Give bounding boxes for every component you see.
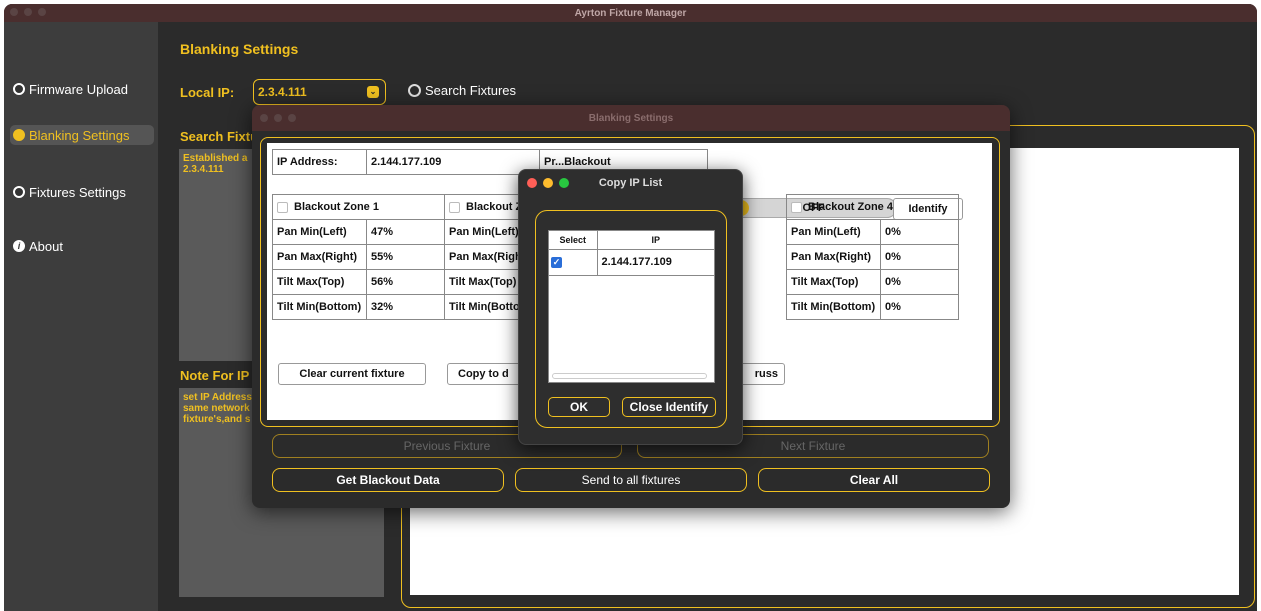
copy-ip-list-dialog: Copy IP List Select IP ✓ 2.144.177.109 O… <box>518 169 743 445</box>
dialog-titlebar: Blanking Settings <box>252 105 1010 131</box>
ip-list-table: Select IP ✓ 2.144.177.109 <box>548 230 715 383</box>
ip-address-label: IP Address: <box>272 149 367 175</box>
close-icon[interactable] <box>10 8 18 16</box>
window-controls <box>10 8 46 16</box>
zone-1-header[interactable]: Blackout Zone 1 <box>272 194 445 220</box>
copy-ip-frame: Select IP ✓ 2.144.177.109 OK Close Ident… <box>535 210 727 428</box>
local-ip-select[interactable]: 2.3.4.111 ⌄ <box>253 79 386 105</box>
get-blackout-data-button[interactable]: Get Blackout Data <box>272 468 504 492</box>
tilt-min-label: Tilt Min(Bottom) <box>786 294 881 320</box>
pan-max-label: Pan Max(Right) <box>786 244 881 270</box>
checkbox-icon[interactable] <box>277 201 288 213</box>
col-select-header: Select <box>549 231 598 250</box>
ip-cell: 2.144.177.109 <box>597 249 714 276</box>
zone-1-pan-max[interactable]: 55% <box>366 244 445 270</box>
clear-all-button[interactable]: Clear All <box>758 468 990 492</box>
tilt-min-label: Tilt Min(Bottom) <box>272 294 367 320</box>
sidebar-item-label: Fixtures Settings <box>29 184 126 200</box>
sidebar-item-blanking-settings[interactable]: Blanking Settings <box>10 125 154 145</box>
blanking-icon <box>13 129 25 141</box>
checkbox-icon[interactable] <box>449 201 460 213</box>
zone-4-header[interactable]: Blackout Zone 4 <box>786 194 959 220</box>
send-to-all-fixtures-button[interactable]: Send to all fixtures <box>515 468 747 492</box>
zone-1-table: Blackout Zone 1 Pan Min(Left) 47% Pan Max… <box>272 194 445 320</box>
dialog-title: Blanking Settings <box>588 112 674 124</box>
zone-1-label: Blackout Zone 1 <box>294 201 379 213</box>
tilt-max-label: Tilt Max(Top) <box>443 269 528 295</box>
sidebar: Firmware Upload Blanking Settings Fixtur… <box>4 22 158 611</box>
zone-1-tilt-min[interactable]: 32% <box>366 294 445 320</box>
pan-max-label: Pan Max(Righ <box>443 244 528 270</box>
checkbox-icon[interactable] <box>791 201 802 213</box>
zone-4-tilt-max[interactable]: 0% <box>880 269 959 295</box>
window-titlebar: Ayrton Fixture Manager <box>4 4 1257 22</box>
zone-2-label: Blackout Z <box>466 201 523 213</box>
zone-4-pan-max[interactable]: 0% <box>880 244 959 270</box>
zoom-icon[interactable] <box>38 8 46 16</box>
pan-min-label: Pan Min(Left) <box>272 219 367 245</box>
window-title: Ayrton Fixture Manager <box>574 7 687 19</box>
radio-icon <box>13 83 25 95</box>
search-fixtures-label: Search Fixtures <box>425 83 517 98</box>
note-section-label: Note For IP S <box>180 368 262 383</box>
minimize-icon[interactable] <box>24 8 32 16</box>
info-icon: i <box>13 240 25 252</box>
search-icon <box>408 84 421 97</box>
sidebar-item-label: Firmware Upload <box>29 81 128 97</box>
zoom-icon[interactable] <box>559 178 569 188</box>
zone-4-label: Blackout Zone 4 <box>808 201 893 213</box>
zoom-icon[interactable] <box>288 114 296 122</box>
gear-icon <box>13 186 25 198</box>
zone-2-header[interactable]: Blackout Z <box>443 194 528 220</box>
sidebar-item-label: About <box>29 238 63 254</box>
zone-1-tilt-max[interactable]: 56% <box>366 269 445 295</box>
copy-to-truss-button[interactable]: russ <box>737 363 785 385</box>
close-icon[interactable] <box>527 178 537 188</box>
sidebar-item-about[interactable]: i About <box>10 236 154 256</box>
search-fixtures-button[interactable]: Search Fixtures <box>408 83 516 98</box>
tilt-max-label: Tilt Max(Top) <box>786 269 881 295</box>
minimize-icon[interactable] <box>543 178 553 188</box>
ok-button[interactable]: OK <box>548 397 610 417</box>
close-icon[interactable] <box>260 114 268 122</box>
minimize-icon[interactable] <box>274 114 282 122</box>
chevron-down-icon: ⌄ <box>367 86 379 98</box>
copy-ip-window-controls <box>527 178 569 188</box>
select-cell[interactable]: ✓ <box>549 249 598 276</box>
dialog-window-controls <box>260 114 296 122</box>
clear-current-fixture-button[interactable]: Clear current fixture <box>278 363 426 385</box>
table-row[interactable]: ✓ 2.144.177.109 <box>549 249 714 276</box>
close-identify-button[interactable]: Close Identify <box>622 397 716 417</box>
sidebar-item-label: Blanking Settings <box>29 127 130 143</box>
pan-min-label: Pan Min(Left) <box>443 219 528 245</box>
ip-address-value: 2.144.177.109 <box>366 149 540 175</box>
pan-min-label: Pan Min(Left) <box>786 219 881 245</box>
local-ip-value: 2.3.4.111 <box>258 85 307 99</box>
sidebar-item-firmware-upload[interactable]: Firmware Upload <box>10 79 154 99</box>
zone-2-table: Blackout Z Pan Min(Left) Pan Max(Righ Ti… <box>443 194 528 320</box>
tilt-max-label: Tilt Max(Top) <box>272 269 367 295</box>
zone-4-table: Blackout Zone 4 Pan Min(Left) 0% Pan Max(… <box>786 194 959 320</box>
zone-1-pan-min[interactable]: 47% <box>366 219 445 245</box>
tilt-min-label: Tilt Min(Botto <box>443 294 528 320</box>
horizontal-scrollbar[interactable] <box>552 373 707 379</box>
page-title: Blanking Settings <box>180 41 299 57</box>
col-ip-header: IP <box>597 231 714 250</box>
local-ip-label: Local IP: <box>180 85 235 100</box>
search-section-label: Search Fixtu <box>180 129 259 144</box>
pan-max-label: Pan Max(Right) <box>272 244 367 270</box>
zone-4-pan-min[interactable]: 0% <box>880 219 959 245</box>
sidebar-item-fixtures-settings[interactable]: Fixtures Settings <box>10 182 154 202</box>
checkbox-checked-icon[interactable]: ✓ <box>551 257 562 268</box>
zone-4-tilt-min[interactable]: 0% <box>880 294 959 320</box>
